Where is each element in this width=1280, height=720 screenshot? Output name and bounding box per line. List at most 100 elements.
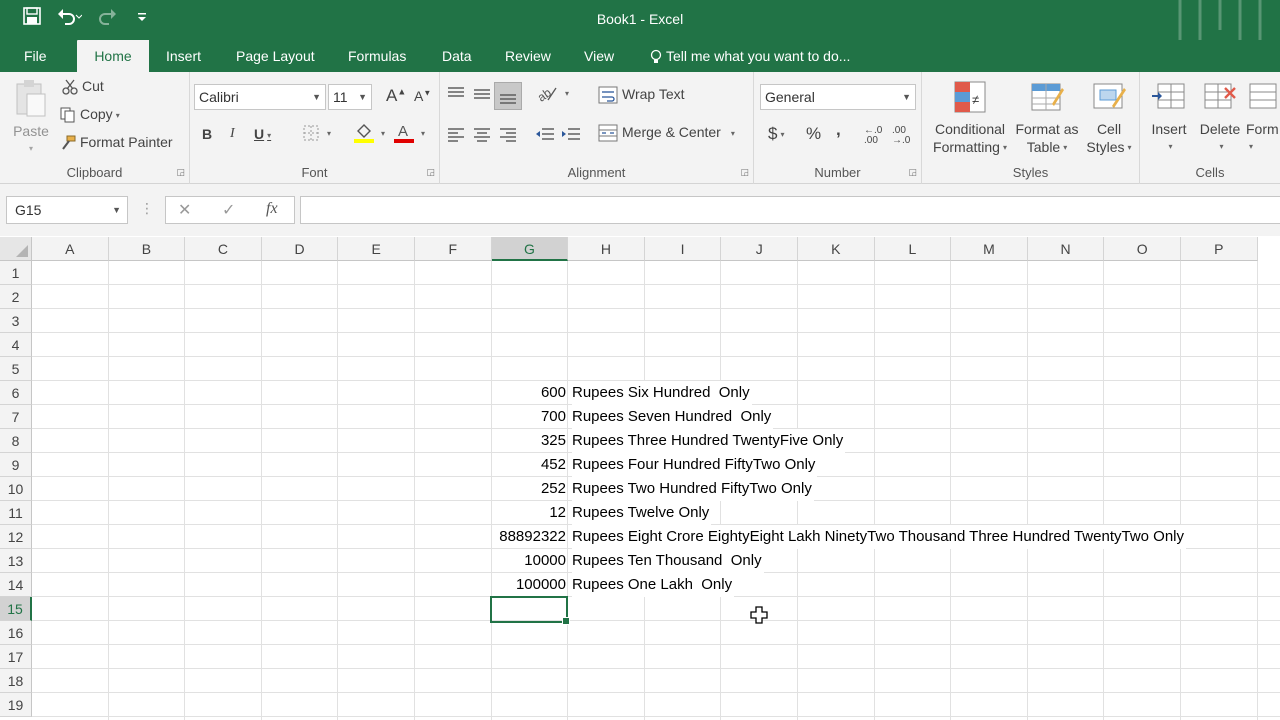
- insert-function-icon[interactable]: fx: [266, 200, 278, 218]
- merge-center-button[interactable]: Merge & Center ▾: [598, 124, 735, 142]
- cell-g11[interactable]: 12: [491, 501, 566, 525]
- tab-home[interactable]: Home: [77, 40, 149, 72]
- cell-g9[interactable]: 452: [491, 453, 566, 477]
- row-header-16[interactable]: 16: [0, 621, 32, 645]
- worksheet-grid[interactable]: A B C D E F G H I J K L M N O P 1 2 3 4 5 6 7 8 9 10 11 12 13 14 15 16 1…: [0, 237, 1280, 720]
- italic-button[interactable]: I: [230, 126, 235, 142]
- orientation-button[interactable]: ab ▾: [536, 84, 569, 103]
- row-header-1[interactable]: 1: [0, 261, 32, 285]
- cell-h14[interactable]: Rupees One Lakh Only: [572, 573, 735, 597]
- increase-indent-icon[interactable]: [560, 126, 582, 142]
- cut-button[interactable]: Cut: [62, 78, 104, 95]
- active-cell-g15[interactable]: [489, 596, 570, 625]
- tell-me-box[interactable]: Tell me what you want to do...: [636, 40, 864, 72]
- row-header-9[interactable]: 9: [0, 453, 32, 477]
- column-header-m[interactable]: M: [951, 237, 1028, 261]
- format-cells-button[interactable]: Form ▾: [1246, 78, 1280, 156]
- cell-h7[interactable]: Rupees Seven Hundred Only: [572, 405, 774, 429]
- cell-styles-button[interactable]: Cell Styles ▾: [1082, 78, 1136, 157]
- conditional-formatting-button[interactable]: ≠ Conditional Formatting ▾: [928, 78, 1012, 157]
- middle-align-icon[interactable]: [472, 86, 492, 102]
- align-right-icon[interactable]: [498, 126, 518, 142]
- row-header-12[interactable]: 12: [0, 525, 32, 549]
- column-header-f[interactable]: F: [415, 237, 492, 261]
- increase-decimal-button[interactable]: ←.0 .00: [864, 126, 888, 146]
- align-center-icon[interactable]: [472, 126, 492, 142]
- cell-h6[interactable]: Rupees Six Hundred Only: [572, 381, 752, 405]
- clipboard-launcher-icon[interactable]: ◲: [176, 167, 185, 178]
- row-header-4[interactable]: 4: [0, 333, 32, 357]
- shrink-font-button[interactable]: A▼: [414, 88, 431, 104]
- number-format-select[interactable]: General ▼: [760, 84, 916, 110]
- column-header-n[interactable]: N: [1027, 237, 1105, 261]
- cell-h10[interactable]: Rupees Two Hundred FiftyTwo Only: [572, 477, 814, 501]
- column-header-b[interactable]: B: [108, 237, 186, 261]
- borders-button[interactable]: ▾: [302, 124, 331, 142]
- row-header-19[interactable]: 19: [0, 693, 32, 717]
- row-header-15[interactable]: 15: [0, 597, 32, 621]
- wrap-text-button[interactable]: Wrap Text: [598, 86, 685, 104]
- cell-g6[interactable]: 600: [491, 381, 566, 405]
- font-color-button[interactable]: A ▾: [394, 122, 425, 144]
- select-all-button[interactable]: [0, 237, 32, 261]
- decrease-decimal-button[interactable]: .00 →.0: [892, 126, 916, 146]
- row-header-13[interactable]: 13: [0, 549, 32, 573]
- row-header-5[interactable]: 5: [0, 357, 32, 381]
- font-launcher-icon[interactable]: ◲: [426, 167, 435, 178]
- row-header-11[interactable]: 11: [0, 501, 32, 525]
- tab-page-layout[interactable]: Page Layout: [222, 40, 329, 72]
- number-launcher-icon[interactable]: ◲: [908, 167, 917, 178]
- underline-button[interactable]: U ▾: [254, 126, 271, 142]
- column-header-o[interactable]: O: [1104, 237, 1181, 261]
- cell-g8[interactable]: 325: [491, 429, 566, 453]
- cell-g12[interactable]: 88892322: [491, 525, 566, 549]
- column-header-l[interactable]: L: [874, 237, 952, 261]
- bottom-align-button[interactable]: [494, 82, 522, 110]
- cell-h12[interactable]: Rupees Eight Crore EightyEight Lakh Nine…: [572, 525, 1187, 549]
- name-box[interactable]: G15 ▼: [6, 196, 128, 224]
- comma-button[interactable]: ,: [836, 120, 841, 140]
- row-header-6[interactable]: 6: [0, 381, 32, 405]
- format-as-table-button[interactable]: Format as Table ▾: [1012, 78, 1082, 157]
- top-align-icon[interactable]: [446, 86, 466, 102]
- bold-button[interactable]: B: [202, 126, 212, 142]
- enter-icon[interactable]: ✓: [222, 200, 235, 220]
- insert-cells-button[interactable]: Insert ▾: [1146, 78, 1192, 156]
- cell-h8[interactable]: Rupees Three Hundred TwentyFive Only: [572, 429, 846, 453]
- cell-g7[interactable]: 700: [491, 405, 566, 429]
- cell-h13[interactable]: Rupees Ten Thousand Only: [572, 549, 764, 573]
- row-header-3[interactable]: 3: [0, 309, 32, 333]
- row-header-14[interactable]: 14: [0, 573, 32, 597]
- cell-h9[interactable]: Rupees Four Hundred FiftyTwo Only: [572, 453, 818, 477]
- row-header-2[interactable]: 2: [0, 285, 32, 309]
- tab-view[interactable]: View: [570, 40, 628, 72]
- decrease-indent-icon[interactable]: [534, 126, 556, 142]
- column-header-h[interactable]: H: [568, 237, 645, 261]
- paste-button[interactable]: Paste ▾: [6, 78, 56, 158]
- copy-button[interactable]: Copy ▾: [60, 106, 120, 123]
- delete-cells-button[interactable]: Delete ▾: [1196, 78, 1244, 156]
- column-header-d[interactable]: D: [261, 237, 339, 261]
- row-header-17[interactable]: 17: [0, 645, 32, 669]
- tab-formulas[interactable]: Formulas: [334, 40, 420, 72]
- column-header-j[interactable]: J: [721, 237, 798, 261]
- tab-file[interactable]: File: [10, 40, 61, 72]
- grow-font-button[interactable]: A▲: [386, 86, 406, 106]
- cell-g10[interactable]: 252: [491, 477, 566, 501]
- cancel-icon[interactable]: ✕: [178, 200, 191, 220]
- column-header-a[interactable]: A: [32, 237, 109, 261]
- row-header-10[interactable]: 10: [0, 477, 32, 501]
- align-left-icon[interactable]: [446, 126, 466, 142]
- fill-color-button[interactable]: ▾: [354, 122, 385, 144]
- tab-data[interactable]: Data: [428, 40, 486, 72]
- cell-g13[interactable]: 10000: [491, 549, 566, 573]
- format-painter-button[interactable]: Format Painter: [60, 134, 173, 151]
- tab-review[interactable]: Review: [491, 40, 565, 72]
- column-header-g[interactable]: G: [491, 237, 569, 261]
- row-header-8[interactable]: 8: [0, 429, 32, 453]
- percent-button[interactable]: %: [806, 124, 821, 144]
- cell-h11[interactable]: Rupees Twelve Only: [572, 501, 712, 525]
- tab-insert[interactable]: Insert: [152, 40, 215, 72]
- row-header-18[interactable]: 18: [0, 669, 32, 693]
- column-header-k[interactable]: K: [798, 237, 875, 261]
